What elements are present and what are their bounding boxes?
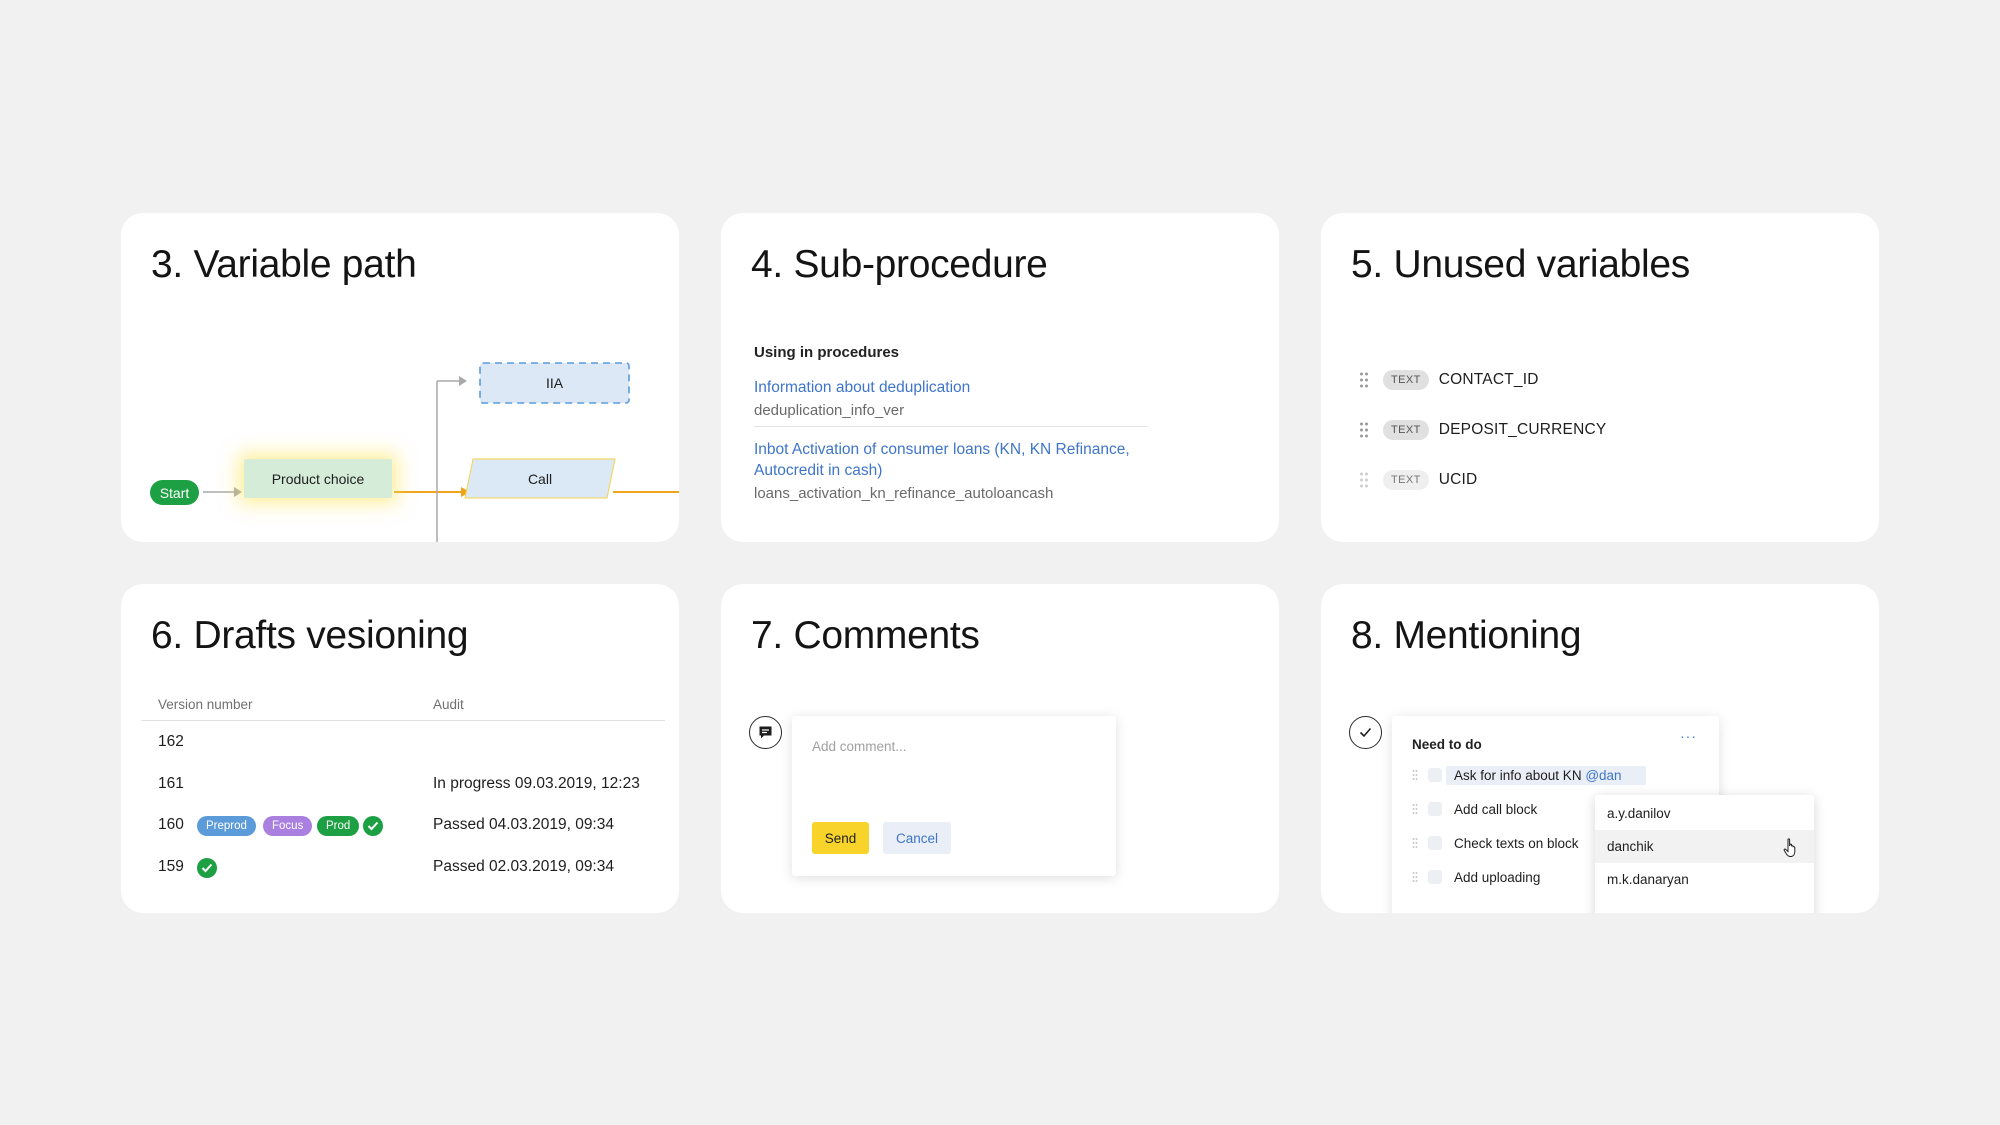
iia-label: IIA <box>545 375 564 391</box>
divider <box>141 720 665 721</box>
product-choice-node[interactable]: Product choice <box>244 459 392 498</box>
check-circle-icon <box>197 858 217 878</box>
card-unused-variables: 5. Unused variables TEXT CONTACT_ID TEXT… <box>1321 213 1879 542</box>
card-variable-path: 3. Variable path Start Product choice Ca… <box>121 213 679 542</box>
drag-handle-icon[interactable] <box>1412 837 1418 849</box>
mention-token: @dan <box>1585 767 1622 783</box>
mention-dropdown: a.y.danilov danchik m.k.danaryan <box>1595 795 1814 913</box>
card-title: 4. Sub-procedure <box>751 243 1048 286</box>
version-number[interactable]: 162 <box>158 733 184 751</box>
mention-suggestion[interactable]: a.y.danilov <box>1595 797 1814 830</box>
procedure-link-line: Inbot Activation of consumer loans (KN, … <box>754 441 1130 458</box>
variable-row[interactable]: TEXT CONTACT_ID <box>1359 368 1539 392</box>
procedure-link[interactable]: Inbot Activation of consumer loans (KN, … <box>754 439 1130 481</box>
variable-name: UCID <box>1438 471 1478 488</box>
start-node[interactable]: Start <box>150 480 199 505</box>
audit-status: Passed 04.03.2019, 09:34 <box>433 816 614 833</box>
check-circle-icon <box>363 816 383 836</box>
type-badge: TEXT <box>1383 470 1429 490</box>
todo-item[interactable]: Check texts on block <box>1412 832 1579 854</box>
drag-handle-icon[interactable] <box>1359 471 1369 489</box>
drag-handle-icon[interactable] <box>1359 421 1369 439</box>
card-title: 5. Unused variables <box>1351 243 1690 286</box>
checkmark-icon[interactable] <box>1349 716 1382 749</box>
variable-row[interactable]: TEXT UCID <box>1359 468 1477 492</box>
procedure-code: deduplication_info_ver <box>754 402 905 419</box>
card-title: 8. Mentioning <box>1351 614 1582 657</box>
cancel-button[interactable]: Cancel <box>883 822 951 854</box>
version-number[interactable]: 160 <box>158 816 184 834</box>
todo-text: Add call block <box>1454 801 1538 817</box>
call-node[interactable]: Call <box>469 459 611 498</box>
todo-item[interactable]: Add call block <box>1412 798 1537 820</box>
todo-checkbox[interactable] <box>1428 768 1442 782</box>
todo-item[interactable]: Add uploading <box>1412 866 1540 888</box>
comment-input[interactable]: Add comment... <box>812 739 907 754</box>
todo-list-title: Need to do <box>1412 737 1482 752</box>
env-tag-focus: Focus <box>263 816 313 836</box>
card-sub-procedure: 4. Sub-procedure Using in procedures Inf… <box>721 213 1279 542</box>
procedure-link-line: Autocredit in cash) <box>754 462 883 479</box>
divider <box>754 426 1147 427</box>
variable-name: CONTACT_ID <box>1438 371 1539 388</box>
card-drafts-versioning: 6. Drafts vesioning Version number Audit… <box>121 584 679 913</box>
call-label: Call <box>527 470 553 487</box>
drag-handle-icon[interactable] <box>1412 803 1418 815</box>
comment-icon[interactable] <box>749 716 782 749</box>
send-button[interactable]: Send <box>812 822 869 854</box>
todo-text: Add uploading <box>1454 869 1541 885</box>
procedure-code: loans_activation_kn_refinance_autoloanca… <box>754 485 1054 502</box>
column-header-audit: Audit <box>433 697 464 712</box>
variable-name: DEPOSIT_CURRENCY <box>1438 421 1607 438</box>
drag-handle-icon[interactable] <box>1359 371 1369 389</box>
hand-cursor-icon <box>1783 838 1796 858</box>
mention-suggestion[interactable]: danchik <box>1595 830 1814 863</box>
more-icon[interactable]: ··· <box>1680 728 1697 744</box>
version-number[interactable]: 161 <box>158 775 184 793</box>
version-number[interactable]: 159 <box>158 858 184 876</box>
env-tag-preprod: Preprod <box>197 816 256 836</box>
type-badge: TEXT <box>1383 420 1429 440</box>
env-tag-prod: Prod <box>317 816 360 836</box>
procedures-heading: Using in procedures <box>754 344 900 361</box>
procedure-link[interactable]: Information about deduplication <box>754 377 970 398</box>
variable-row[interactable]: TEXT DEPOSIT_CURRENCY <box>1359 418 1606 442</box>
audit-status: In progress 09.03.2019, 12:23 <box>433 775 640 792</box>
todo-checkbox[interactable] <box>1428 870 1442 884</box>
type-badge: TEXT <box>1383 370 1429 390</box>
card-title: 7. Comments <box>751 614 980 657</box>
drag-handle-icon[interactable] <box>1412 871 1418 883</box>
audit-status: Passed 02.03.2019, 09:34 <box>433 858 614 875</box>
todo-item[interactable]: Ask for info about KN @dan <box>1412 764 1646 786</box>
todo-text-editing[interactable]: Ask for info about KN @dan <box>1446 765 1646 785</box>
drag-handle-icon[interactable] <box>1412 769 1418 781</box>
card-mentioning: 8. Mentioning Need to do ··· Ask for inf… <box>1321 584 1879 913</box>
column-header-version: Version number <box>158 697 253 712</box>
todo-checkbox[interactable] <box>1428 802 1442 816</box>
mention-suggestion[interactable]: m.k.danaryan <box>1595 863 1814 896</box>
todo-text: Check texts on block <box>1454 835 1579 851</box>
comment-form: Add comment... Send Cancel <box>792 716 1116 876</box>
product-choice-label: Product choice <box>271 470 365 487</box>
card-comments: 7. Comments Add comment... Send Cancel <box>721 584 1279 913</box>
card-title: 6. Drafts vesioning <box>151 614 469 657</box>
iia-node[interactable]: IIA <box>480 363 629 403</box>
todo-checkbox[interactable] <box>1428 836 1442 850</box>
todo-text: Ask for info about KN <box>1454 767 1586 783</box>
